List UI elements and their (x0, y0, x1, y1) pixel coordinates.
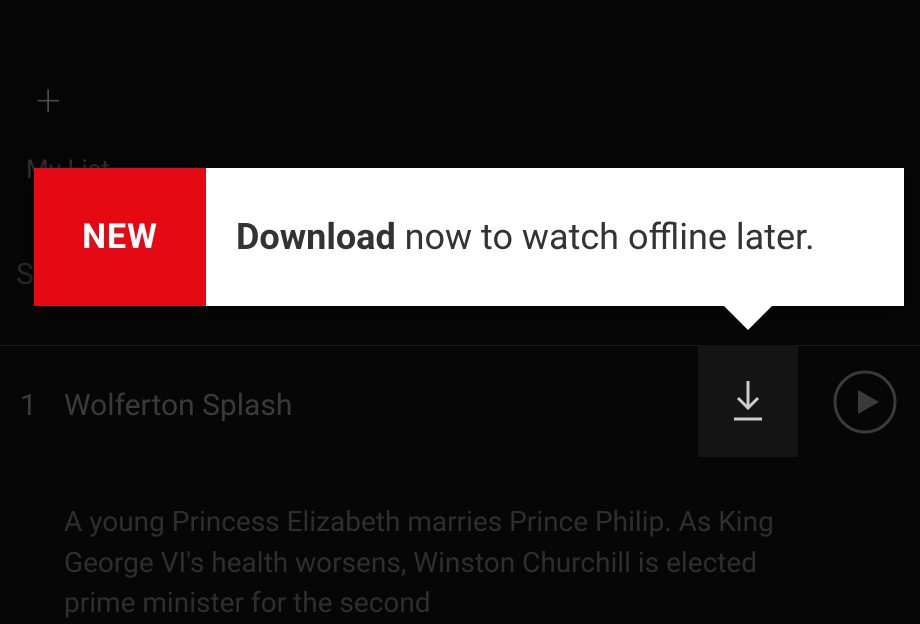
plus-icon: + (36, 74, 61, 126)
download-tooltip: NEW Download now to watch offline later. (34, 168, 904, 306)
tooltip-bold: Download (236, 216, 396, 258)
tooltip-rest: now to watch offline later. (396, 216, 815, 258)
play-button[interactable] (833, 370, 897, 434)
play-icon (833, 370, 897, 434)
download-icon (728, 379, 768, 423)
episode-description: A young Princess Elizabeth marries Princ… (64, 502, 786, 624)
episode-title: Wolferton Splash (64, 388, 292, 423)
episode-number: 1 (20, 388, 37, 423)
season-indicator: S (16, 257, 34, 292)
add-to-list-button[interactable]: + (36, 78, 61, 122)
new-badge: NEW (34, 168, 206, 306)
tooltip-text: Download now to watch offline later. (206, 168, 904, 306)
tooltip-arrow (724, 306, 772, 330)
download-button[interactable] (698, 345, 798, 457)
